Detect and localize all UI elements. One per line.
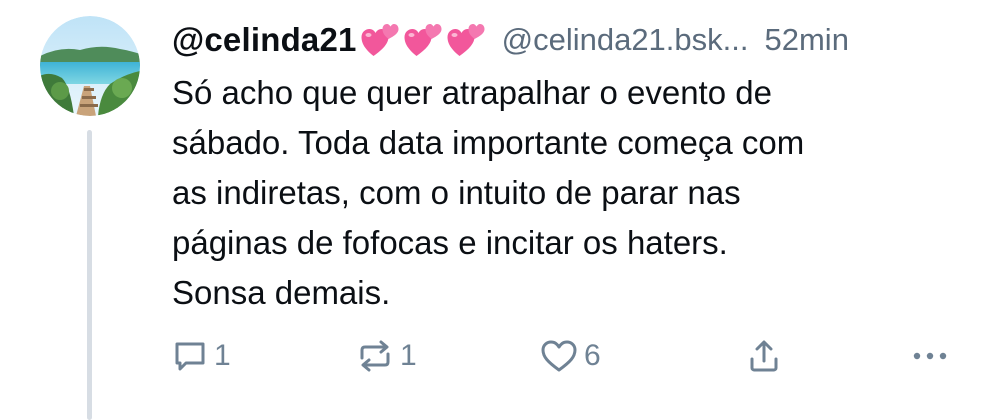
like-count: 6 xyxy=(584,339,601,372)
reply-button[interactable]: 1 xyxy=(172,332,231,380)
avatar-column xyxy=(40,16,140,116)
share-icon xyxy=(750,340,778,372)
handle[interactable]: @celinda21.bsk... xyxy=(502,22,749,58)
reply-count: 1 xyxy=(214,339,231,372)
avatar[interactable] xyxy=(40,16,140,116)
post-header: @celinda21 @celinda21.bsk... 52min xyxy=(172,17,972,63)
post-text-line: as indiretas, com o intuito de parar nas xyxy=(172,174,741,211)
display-name[interactable]: @celinda21 xyxy=(172,21,357,59)
two-hearts-emoji-icon xyxy=(404,24,442,56)
post-text-line: páginas de fofocas e incitar os haters. xyxy=(172,224,728,261)
repost-count: 1 xyxy=(400,339,417,372)
post-text-line: Só acho que quer atrapalhar o evento de xyxy=(172,74,772,111)
two-hearts-emoji-icon xyxy=(447,24,485,56)
post-time[interactable]: 52min xyxy=(765,22,849,58)
repost-icon xyxy=(360,340,390,372)
name-emojis xyxy=(359,20,488,60)
two-hearts-emoji-icon xyxy=(361,24,399,56)
repost-button[interactable]: 1 xyxy=(356,332,417,380)
share-button[interactable] xyxy=(746,332,782,380)
like-button[interactable]: 6 xyxy=(540,332,601,380)
more-options-button[interactable] xyxy=(910,332,950,380)
heart-icon xyxy=(541,340,577,372)
post-text-line: Sonsa demais. xyxy=(172,274,391,311)
reply-icon xyxy=(175,342,205,371)
more-horizontal-icon xyxy=(913,352,947,360)
post: @celinda21 @celinda21.bsk... 52min Só ac… xyxy=(0,0,1000,420)
post-actions: 1 1 6 xyxy=(172,332,962,380)
thread-line xyxy=(87,130,92,420)
post-text: Só acho que quer atrapalhar o evento de … xyxy=(172,68,962,318)
post-text-line: sábado. Toda data importante começa com xyxy=(172,124,805,161)
